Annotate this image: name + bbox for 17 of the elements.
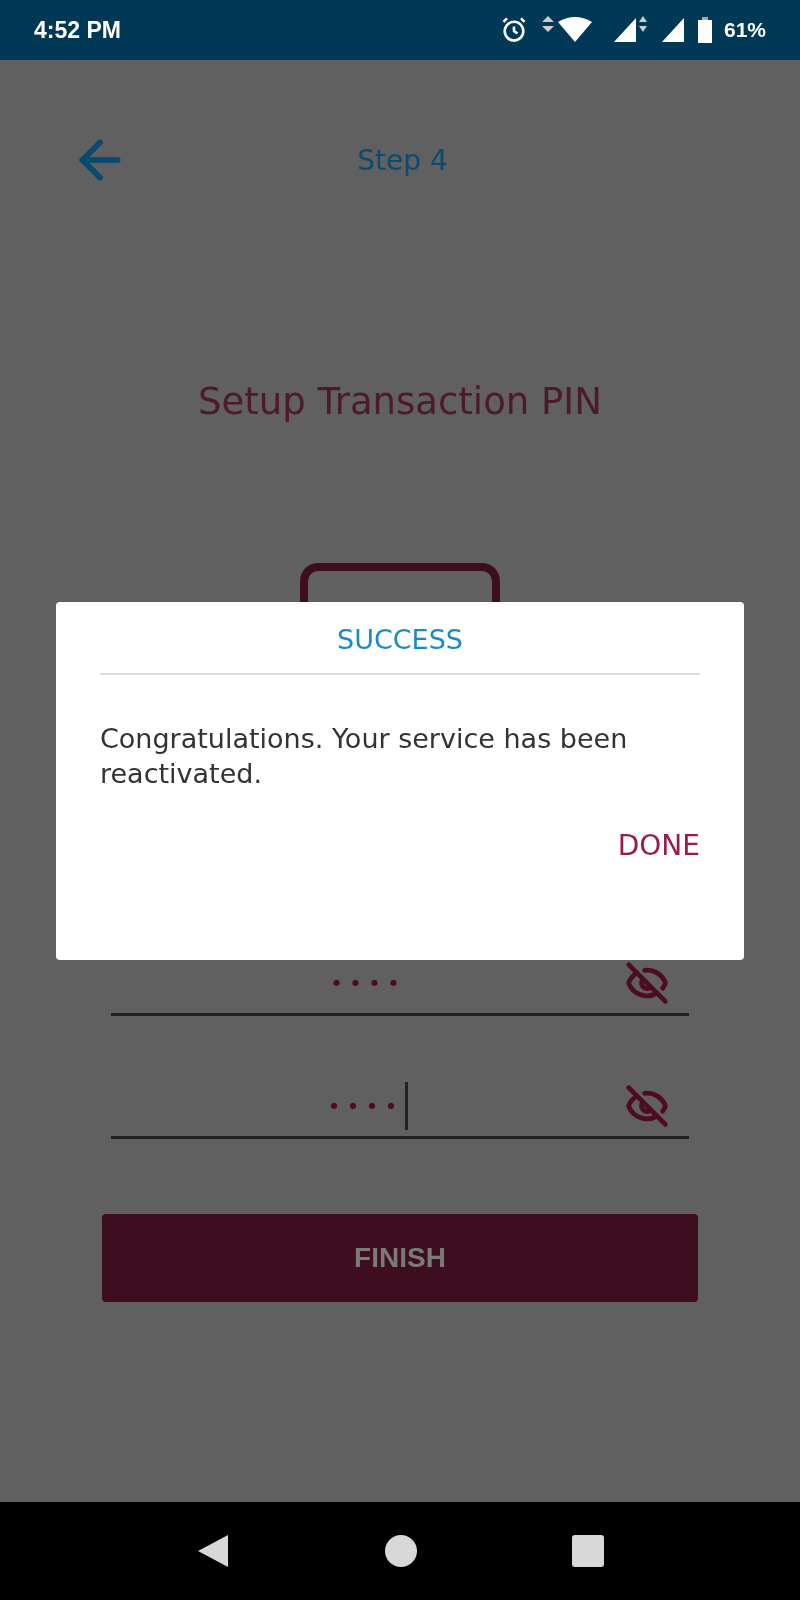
text-cursor [405,1082,409,1130]
finish-button[interactable]: FINISH [102,1214,698,1302]
hide-password-icon[interactable] [625,1084,669,1128]
back-icon[interactable] [196,1533,230,1569]
dialog-title: SUCCESS [100,602,700,675]
home-icon[interactable] [385,1535,417,1567]
step-title: Step 4 [356,143,449,177]
page-title: Setup Transaction PIN [198,380,602,423]
pin-field[interactable]: •••• [111,1076,689,1139]
signal-icon [659,16,686,44]
signal-icon [611,16,648,44]
done-button[interactable]: DONE [617,825,700,867]
battery-icon [697,17,712,43]
hide-password-icon[interactable] [625,961,669,1005]
battery-percent: 61% [723,18,766,42]
dialog-message: Congratulations. Your service has been reactivated. [100,722,629,792]
status-time: 4:52 PM [34,16,121,44]
